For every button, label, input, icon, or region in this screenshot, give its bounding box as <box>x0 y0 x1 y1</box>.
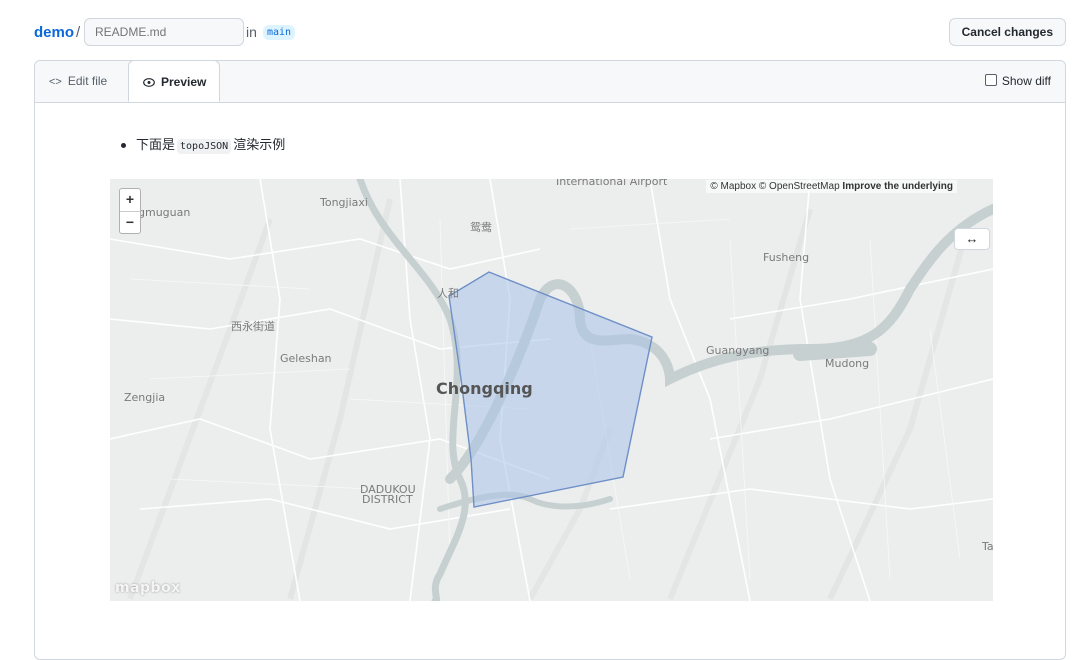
list-item: 下面是 topoJSON 渲染示例 <box>121 134 286 154</box>
show-diff-checkbox[interactable] <box>984 74 997 86</box>
filename-input[interactable] <box>84 18 244 46</box>
inline-code: topoJSON <box>177 139 232 154</box>
bullet-text-suffix: 渲染示例 <box>233 137 286 152</box>
improve-map-link[interactable]: Improve the underlying <box>842 181 953 192</box>
expand-map-button[interactable]: ↔ <box>954 228 990 250</box>
show-diff-label: Show diff <box>1001 74 1051 88</box>
map-label-chongqing: Chongqing <box>436 379 533 398</box>
file-header: demo / in main Cancel changes <box>34 18 1066 46</box>
eye-icon <box>143 62 155 105</box>
zoom-in-button[interactable]: + <box>120 189 140 212</box>
tab-edit-file[interactable]: <> Edit file <box>35 61 128 102</box>
tab-preview[interactable]: Preview <box>128 60 220 102</box>
map-label-xiyong: 西永街道 <box>231 319 275 333</box>
zoom-control: + − <box>119 188 141 234</box>
expand-icon: ↔ <box>965 231 979 246</box>
code-icon: <> <box>49 76 62 88</box>
map-label-airport: International Airport <box>556 179 668 188</box>
branch-in-label: in <box>246 24 257 40</box>
map-label-zengjia: Zengjia <box>124 391 165 404</box>
tab-edit-label: Edit file <box>67 74 108 88</box>
map-label-ta: Ta <box>981 540 993 553</box>
map-label-fusheng: Fusheng <box>763 251 809 264</box>
branch-badge: main <box>263 25 296 40</box>
map-label-jiangbei: 鸳鸯 <box>470 220 492 234</box>
attribution-text: © Mapbox © OpenStreetMap <box>710 181 840 192</box>
map-label-muguan: gmuguan <box>138 206 190 219</box>
cancel-changes-button[interactable]: Cancel changes <box>948 18 1066 46</box>
editor-tabbar: <> Edit file Preview Show diff <box>35 60 1065 103</box>
tab-preview-label: Preview <box>161 75 207 89</box>
map-label-tongjiaxi: Tongjiaxi <box>319 196 368 209</box>
bullet-icon <box>121 143 126 149</box>
map-label-geleshan: Geleshan <box>280 352 332 365</box>
map-canvas[interactable]: International Airport Tongjiaxi 鸳鸯 Fushe… <box>110 179 993 601</box>
map-label-mudong: Mudong <box>825 357 869 370</box>
path-separator: / <box>76 24 81 41</box>
show-diff-toggle[interactable]: Show diff <box>984 74 1051 88</box>
map-label-guangyang: Guangyang <box>706 344 769 357</box>
map-label-district: DISTRICT <box>362 493 413 506</box>
mapbox-logo[interactable]: mapbox <box>115 580 181 596</box>
repo-link[interactable]: demo <box>34 24 74 41</box>
file-editor: <> Edit file Preview Show diff 下面是 topoJSO… <box>34 60 1066 660</box>
bullet-text-prefix: 下面是 <box>136 137 176 152</box>
map-label-renhe: 人和 <box>437 287 459 300</box>
zoom-out-button[interactable]: − <box>120 212 140 234</box>
map-view[interactable]: International Airport Tongjiaxi 鸳鸯 Fushe… <box>110 179 993 601</box>
map-attribution: © Mapbox © OpenStreetMap Improve the und… <box>706 180 957 193</box>
